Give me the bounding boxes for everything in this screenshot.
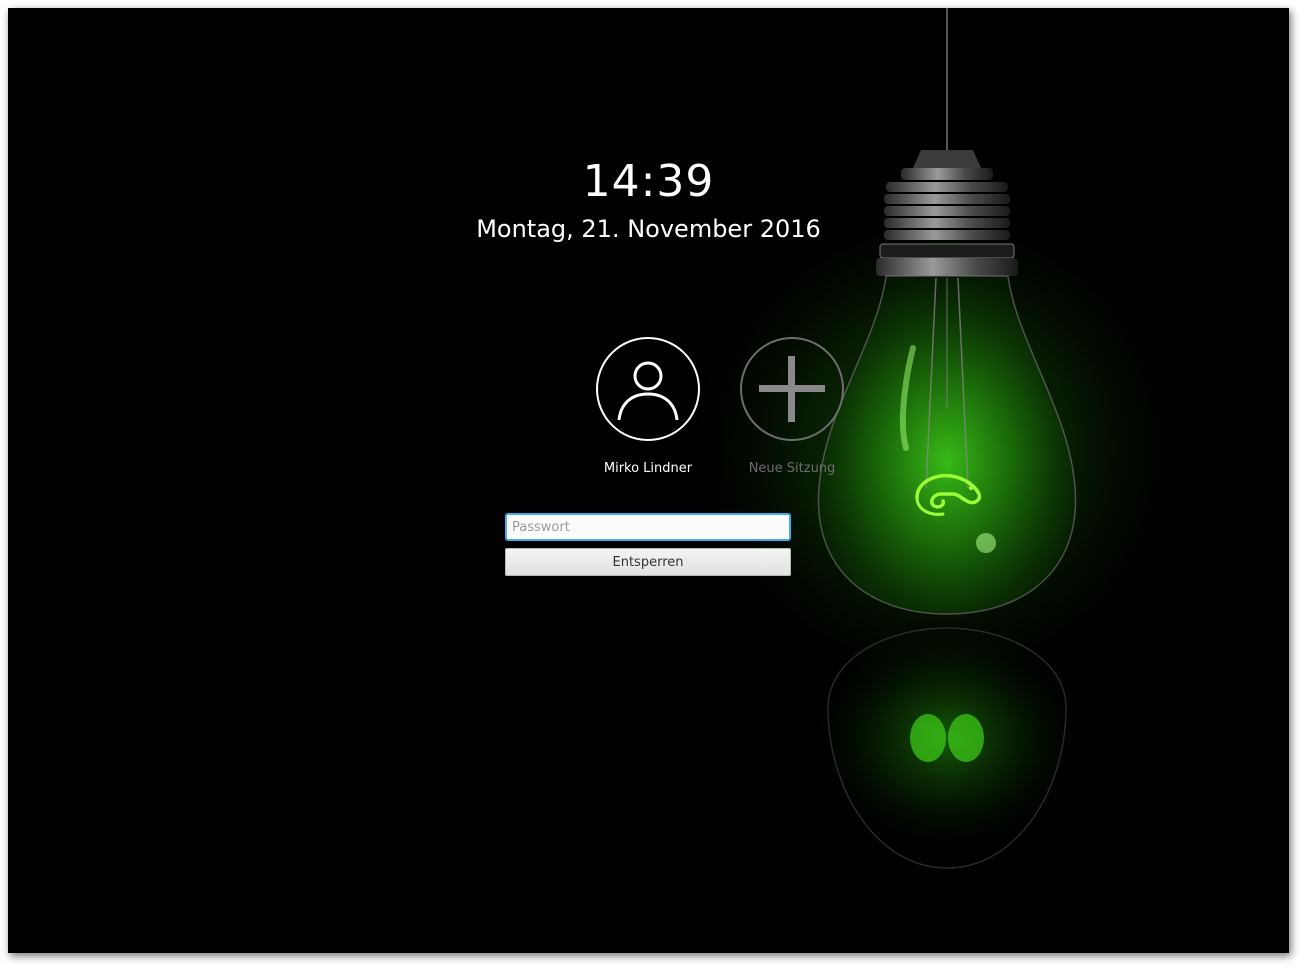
new-session-avatar[interactable]	[740, 337, 844, 441]
user-item-mirko-lindner[interactable]: Mirko Lindner	[573, 337, 723, 476]
clock: 14:39	[582, 156, 715, 207]
new-session-label: Neue Sitzung	[748, 461, 836, 476]
unlock-button[interactable]: Entsperren	[505, 548, 791, 576]
user-name-label: Mirko Lindner	[603, 461, 693, 476]
date-label: Montag, 21. November 2016	[476, 215, 821, 243]
password-input[interactable]	[505, 513, 791, 541]
wallpaper	[678, 8, 1198, 869]
avatar[interactable]	[596, 337, 700, 441]
plus-icon	[759, 356, 825, 422]
new-session-item[interactable]: Neue Sitzung	[717, 337, 867, 476]
user-icon	[617, 361, 679, 421]
lock-screen: 14:39 Montag, 21. November 2016 Mirko Li…	[8, 8, 1289, 953]
